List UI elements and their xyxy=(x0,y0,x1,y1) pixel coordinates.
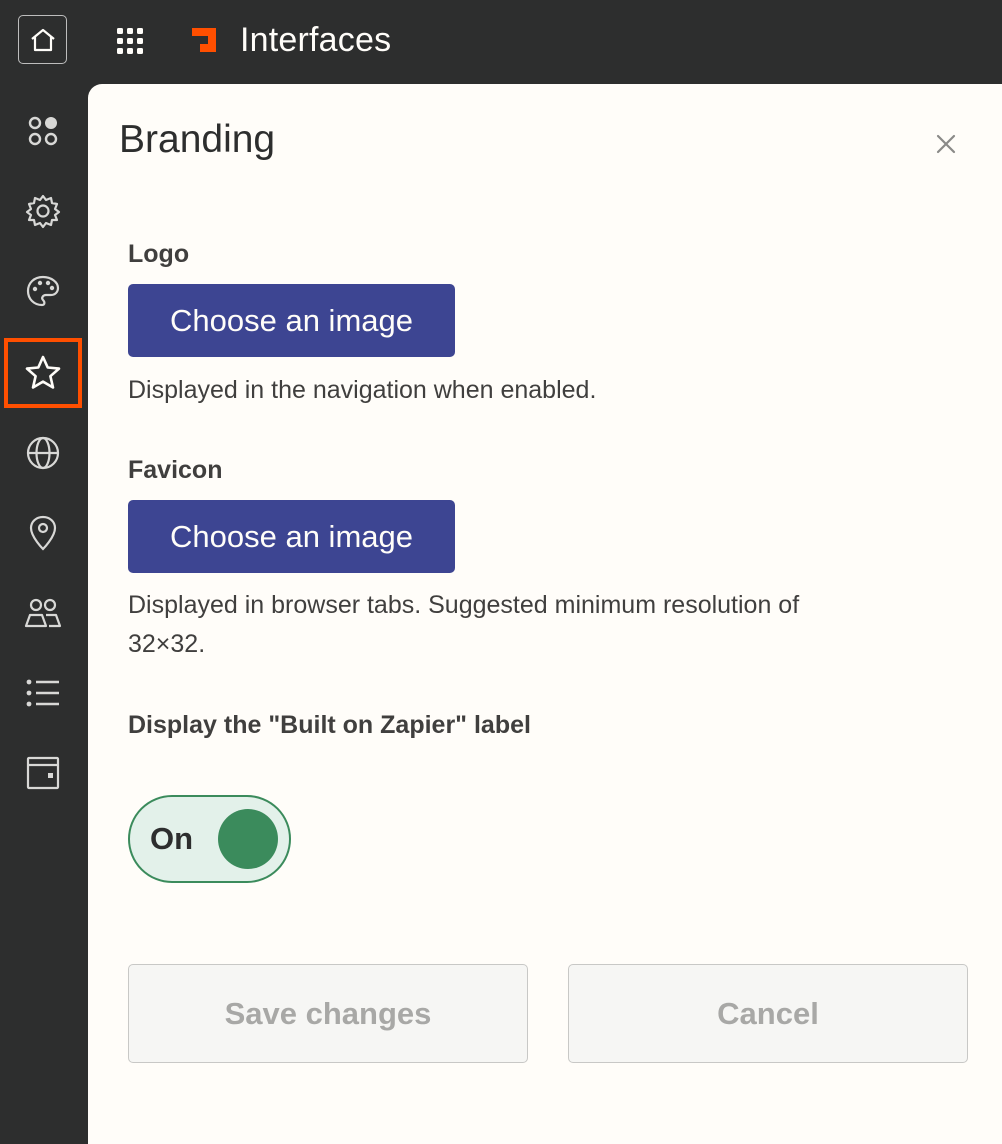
sidebar-item-location[interactable] xyxy=(4,498,82,568)
wallet-icon xyxy=(26,756,60,790)
sidebar-item-users[interactable] xyxy=(4,578,82,648)
sidebar-item-branding[interactable] xyxy=(4,338,82,408)
cancel-button[interactable]: Cancel xyxy=(568,964,968,1063)
favicon-help-text: Displayed in browser tabs. Suggested min… xyxy=(128,586,948,664)
star-icon xyxy=(25,355,61,389)
built-on-zapier-toggle[interactable]: On xyxy=(128,795,291,883)
favicon-help-line-2: 32×32. xyxy=(128,630,206,658)
choose-favicon-button[interactable]: Choose an image xyxy=(128,500,455,573)
logo-label: Logo xyxy=(128,240,190,268)
close-icon xyxy=(936,134,956,154)
components-icon xyxy=(28,116,58,146)
built-on-zapier-label: Display the "Built on Zapier" label xyxy=(128,711,531,739)
sidebar-item-theme[interactable] xyxy=(4,256,82,326)
home-icon xyxy=(30,28,55,51)
sidebar-item-settings[interactable] xyxy=(4,176,82,246)
toggle-knob xyxy=(218,809,278,869)
favicon-help-line-1: Displayed in browser tabs. Suggested min… xyxy=(128,591,800,619)
apps-menu-button[interactable] xyxy=(114,25,146,57)
save-changes-button[interactable]: Save changes xyxy=(128,964,528,1063)
sidebar-item-domains[interactable] xyxy=(4,418,82,488)
panel-title: Branding xyxy=(119,118,276,161)
sidebar xyxy=(0,84,88,1118)
sidebar-item-list[interactable] xyxy=(4,658,82,728)
location-pin-icon xyxy=(29,515,57,551)
gear-icon xyxy=(25,194,61,229)
list-icon xyxy=(26,679,59,707)
app-name: Interfaces xyxy=(240,21,392,59)
grid-icon xyxy=(117,28,143,54)
branding-panel: Branding Logo Choose an image Displayed … xyxy=(88,84,1002,1144)
home-button[interactable] xyxy=(18,15,67,64)
globe-icon xyxy=(26,436,60,470)
choose-logo-button[interactable]: Choose an image xyxy=(128,284,455,357)
close-button[interactable] xyxy=(930,128,962,160)
favicon-label: Favicon xyxy=(128,456,223,484)
users-icon xyxy=(24,598,62,628)
sidebar-item-components[interactable] xyxy=(4,96,82,166)
toggle-state-text: On xyxy=(150,821,194,856)
top-bar: Interfaces xyxy=(0,0,1002,84)
logo-help-text: Displayed in the navigation when enabled… xyxy=(128,376,597,404)
interfaces-logo-icon xyxy=(192,28,216,52)
palette-icon xyxy=(26,275,60,307)
sidebar-item-billing[interactable] xyxy=(4,738,82,808)
